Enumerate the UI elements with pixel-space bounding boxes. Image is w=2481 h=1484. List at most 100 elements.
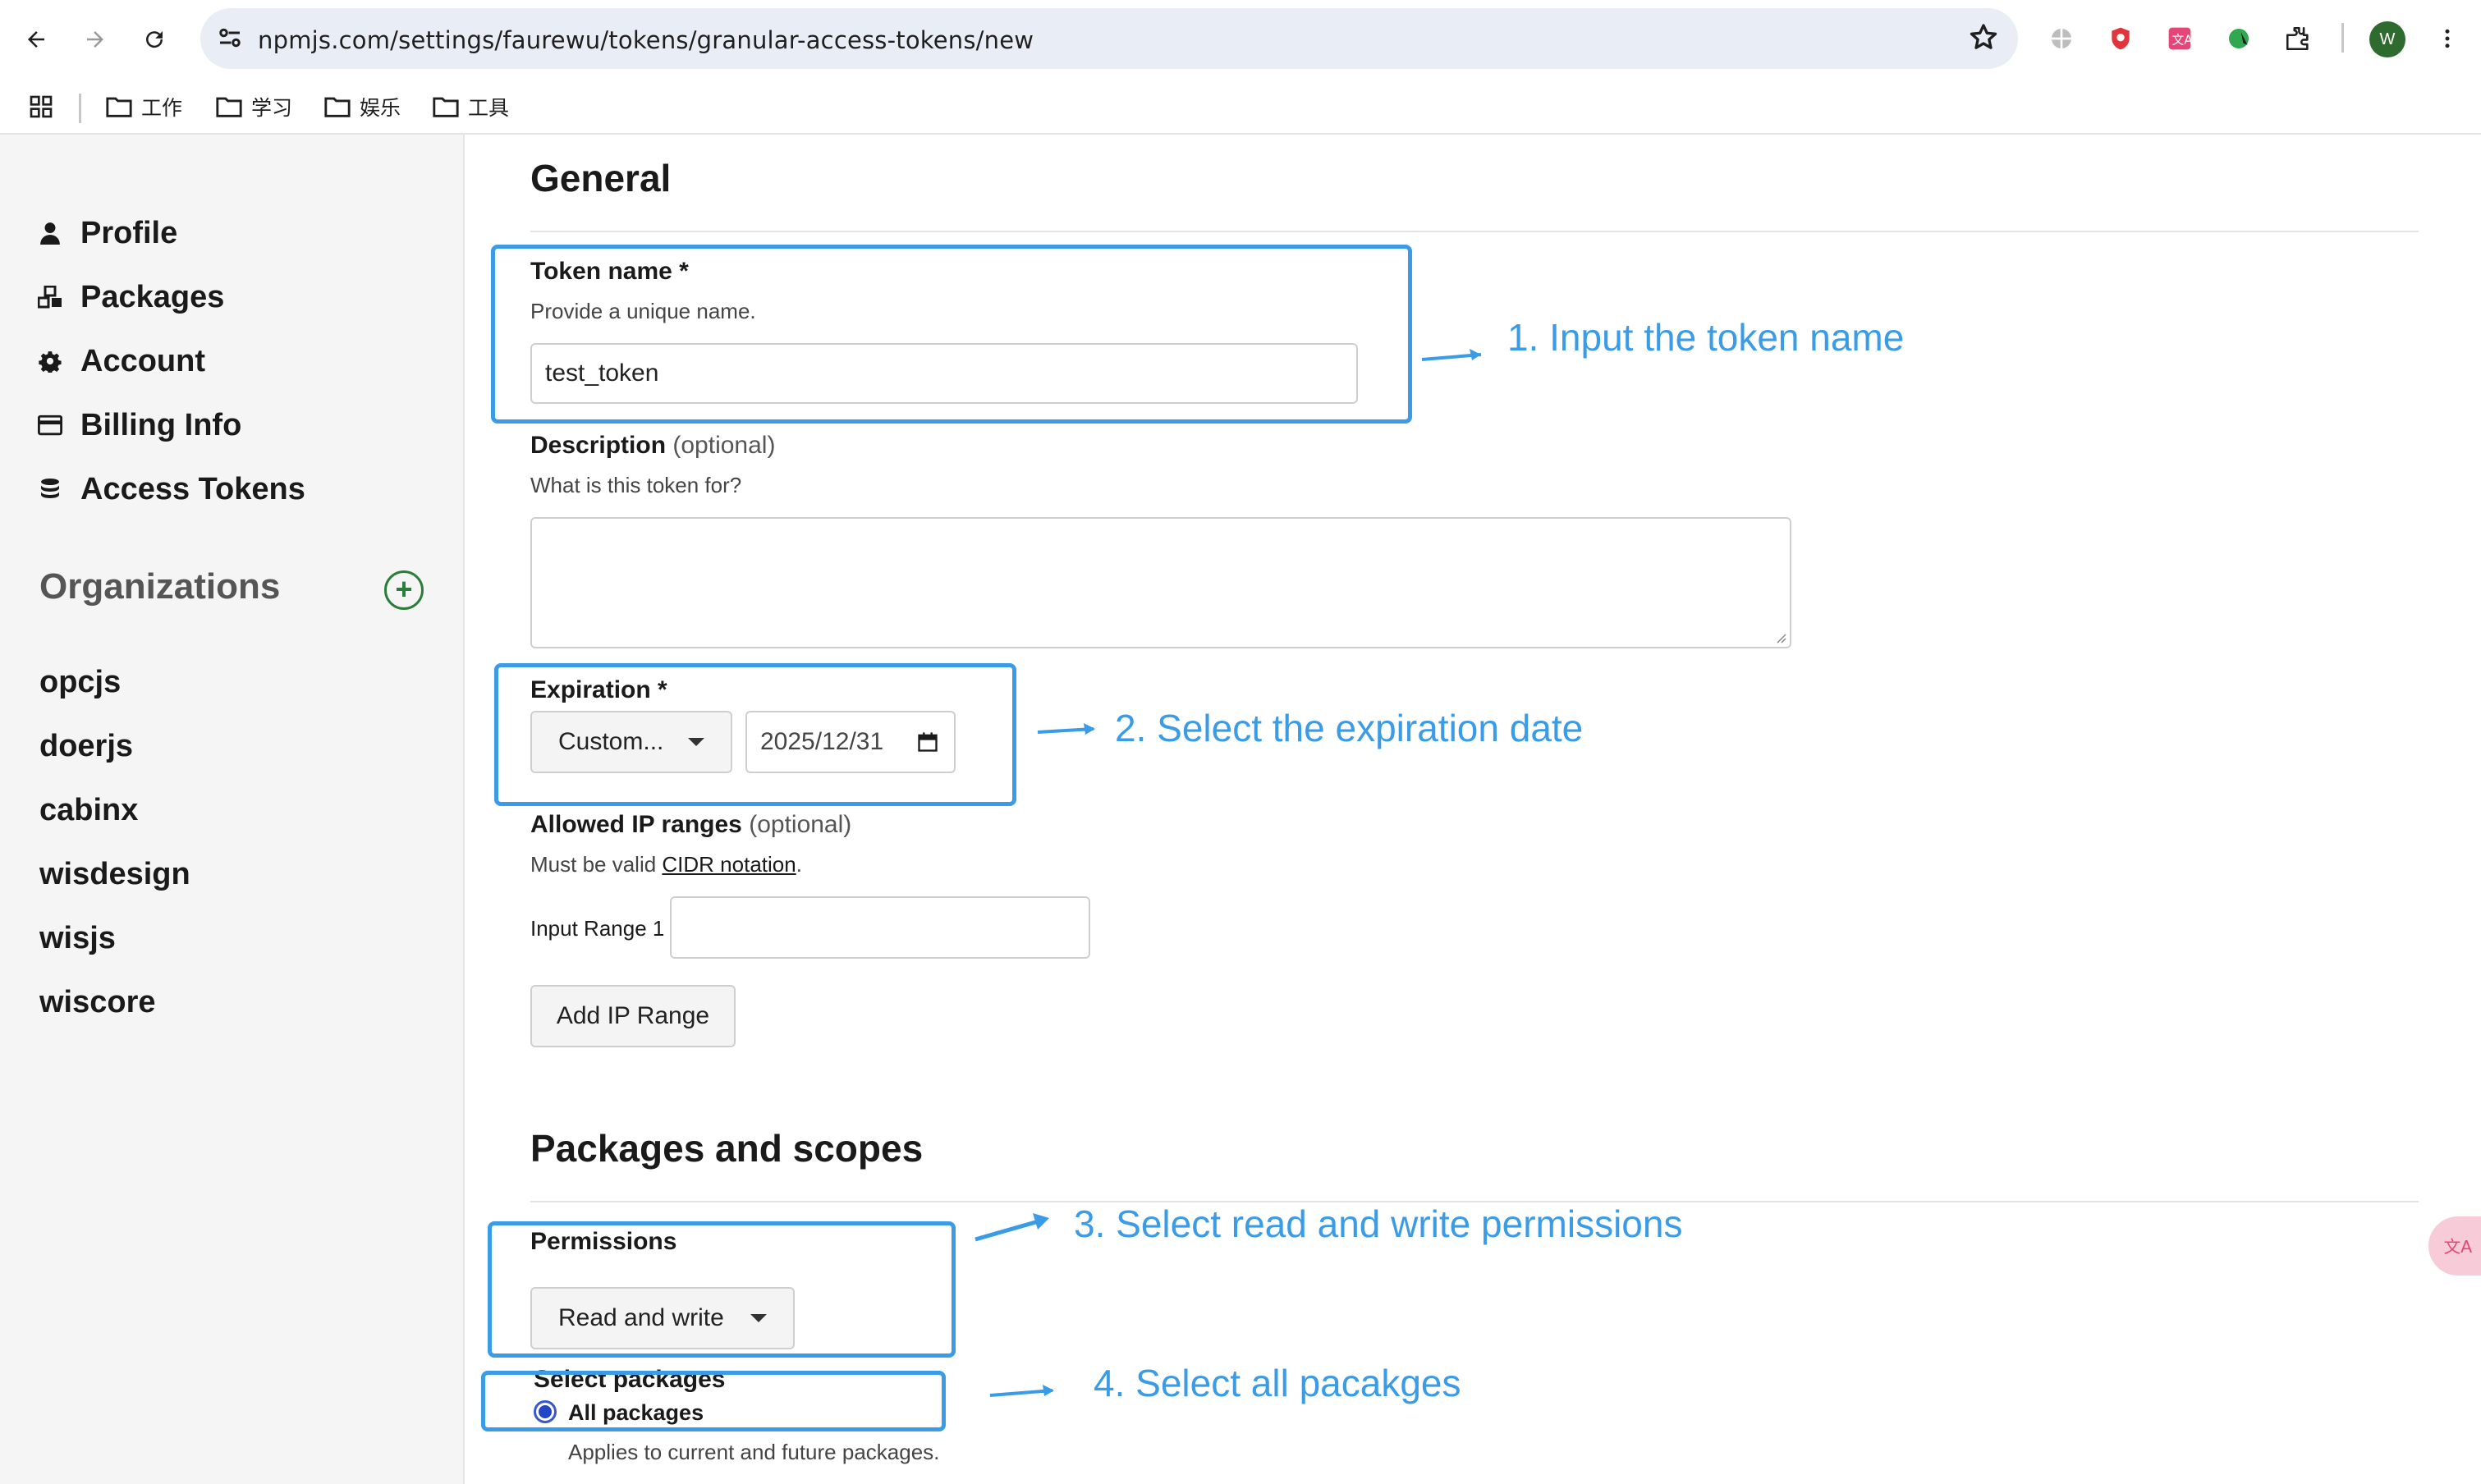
address-bar[interactable]: npmjs.com/settings/faurewu/tokens/granul… <box>200 8 2018 69</box>
sidebar-item-label: Account <box>80 343 205 378</box>
folder-icon <box>106 97 132 117</box>
menu-kebab-icon[interactable] <box>2430 21 2465 56</box>
annotation-arrow <box>975 1213 1049 1242</box>
coins-icon <box>38 477 62 502</box>
chevron-down-icon <box>688 738 704 746</box>
token-form: General Token name * Provide a unique na… <box>466 135 2481 1484</box>
expiration-select-value: Custom... <box>558 728 664 755</box>
permissions-label: Permissions <box>530 1228 677 1255</box>
permissions-select-value: Read and write <box>558 1304 724 1331</box>
gear-icon <box>38 349 62 373</box>
annotation-step-4: 4. Select all pacakges <box>1094 1362 1461 1404</box>
extensions-puzzle-icon[interactable] <box>2281 21 2315 56</box>
all-packages-radio[interactable] <box>534 1400 557 1423</box>
extension-shield-icon[interactable] <box>2103 21 2138 56</box>
sidebar-item-access-tokens[interactable]: Access Tokens <box>38 466 305 512</box>
bookmark-star-icon[interactable] <box>1967 21 2000 54</box>
annotation-step-3: 3. Select read and write permissions <box>1074 1202 1683 1245</box>
resize-handle-icon[interactable] <box>1773 630 1786 644</box>
extension-globe-icon[interactable] <box>2044 21 2079 56</box>
back-button[interactable] <box>15 18 57 61</box>
description-textarea[interactable] <box>530 517 1791 648</box>
select-packages-label: Select packages <box>534 1366 726 1393</box>
bookmarks-divider <box>79 94 81 123</box>
calendar-icon[interactable] <box>916 731 939 753</box>
organization-link[interactable]: wisjs <box>39 921 116 956</box>
description-label-text: Description <box>530 432 667 459</box>
token-name-help: Provide a unique name. <box>530 299 756 323</box>
ip-ranges-label-text: Allowed IP ranges <box>530 811 742 838</box>
token-name-input[interactable]: test_token <box>530 343 1358 404</box>
toolbar-divider <box>2341 23 2344 53</box>
credit-card-icon <box>38 413 62 437</box>
add-organization-button[interactable]: + <box>384 570 424 610</box>
optional-tag: (optional) <box>672 432 776 459</box>
floating-translate-button[interactable]: 文A <box>2428 1216 2481 1276</box>
arrow-right-icon <box>87 31 103 48</box>
reload-button[interactable] <box>133 18 176 61</box>
arrow-left-icon <box>28 31 44 48</box>
optional-tag: (optional) <box>749 811 852 838</box>
expiration-date-input[interactable]: 2025/12/31 <box>745 711 956 773</box>
user-icon <box>38 221 62 245</box>
ip-range-input[interactable] <box>670 896 1090 959</box>
sidebar-item-label: Billing Info <box>80 407 242 442</box>
annotation-arrow <box>989 1385 1054 1397</box>
organization-link[interactable]: doerjs <box>39 729 133 764</box>
bookmark-folder-fun[interactable]: 娱乐 <box>323 92 401 121</box>
expiration-label: Expiration * <box>530 676 667 703</box>
radio-dot <box>539 1405 552 1418</box>
add-ip-range-button[interactable]: Add IP Range <box>530 985 736 1047</box>
cidr-notation-link[interactable]: CIDR notation <box>662 852 796 877</box>
description-help: What is this token for? <box>530 473 742 497</box>
ip-ranges-help: Must be valid CIDR notation. <box>530 852 802 877</box>
all-packages-help: Applies to current and future packages. <box>568 1440 940 1464</box>
extension-translate-icon[interactable]: 文A <box>2162 21 2197 56</box>
description-label: Description (optional) <box>530 432 775 460</box>
extension-green-icon[interactable] <box>2222 21 2256 56</box>
organization-link[interactable]: opcjs <box>39 665 121 700</box>
organization-link[interactable]: cabinx <box>39 793 138 828</box>
chevron-down-icon <box>750 1314 767 1322</box>
sidebar-item-account[interactable]: Account <box>38 338 205 384</box>
bookmark-label: 娱乐 <box>360 96 401 120</box>
annotation-arrow <box>1421 349 1482 361</box>
all-packages-label[interactable]: All packages <box>568 1400 704 1426</box>
svg-text:文A: 文A <box>2444 1237 2473 1257</box>
expiration-select[interactable]: Custom... <box>530 711 732 773</box>
browser-toolbar: npmjs.com/settings/faurewu/tokens/granul… <box>0 0 2481 80</box>
url-text[interactable]: npmjs.com/settings/faurewu/tokens/granul… <box>258 26 1034 54</box>
reload-icon <box>146 31 163 48</box>
organizations-heading: Organizations <box>39 566 281 607</box>
section-divider <box>530 231 2419 232</box>
token-name-value: test_token <box>545 360 659 387</box>
annotation-step-1: 1. Input the token name <box>1507 316 1905 359</box>
sidebar-item-label: Packages <box>80 279 225 314</box>
translate-icon: 文A <box>2444 1237 2473 1257</box>
bookmark-folder-study[interactable]: 学习 <box>215 92 292 121</box>
profile-avatar[interactable]: W <box>2369 21 2405 57</box>
sidebar-item-label: Access Tokens <box>80 471 305 506</box>
expiration-date-value: 2025/12/31 <box>760 728 884 755</box>
forward-button[interactable] <box>74 18 117 61</box>
ip-ranges-label: Allowed IP ranges (optional) <box>530 811 851 839</box>
annotation-arrow <box>1037 723 1095 735</box>
organization-link[interactable]: wisdesign <box>39 857 190 892</box>
sidebar-item-profile[interactable]: Profile <box>38 210 177 256</box>
svg-text:文A: 文A <box>2172 34 2193 48</box>
bookmark-folder-tools[interactable]: 工具 <box>432 92 509 121</box>
site-settings-icon[interactable] <box>215 23 245 53</box>
bookmark-folder-work[interactable]: 工作 <box>105 92 182 121</box>
sidebar-item-packages[interactable]: Packages <box>38 274 224 320</box>
sidebar-item-billing[interactable]: Billing Info <box>38 402 241 448</box>
input-range-label: Input Range 1 <box>530 916 665 941</box>
bookmark-label: 学习 <box>251 96 293 120</box>
avatar-initial: W <box>2379 30 2396 48</box>
folder-icon <box>216 97 242 117</box>
permissions-select[interactable]: Read and write <box>530 1287 795 1349</box>
settings-sidebar: Profile Packages Account Billing Info Ac… <box>0 135 465 1484</box>
apps-grid-icon[interactable] <box>28 92 54 121</box>
packages-icon <box>38 285 62 309</box>
organization-link[interactable]: wiscore <box>39 985 156 1020</box>
annotation-step-2: 2. Select the expiration date <box>1115 707 1584 749</box>
